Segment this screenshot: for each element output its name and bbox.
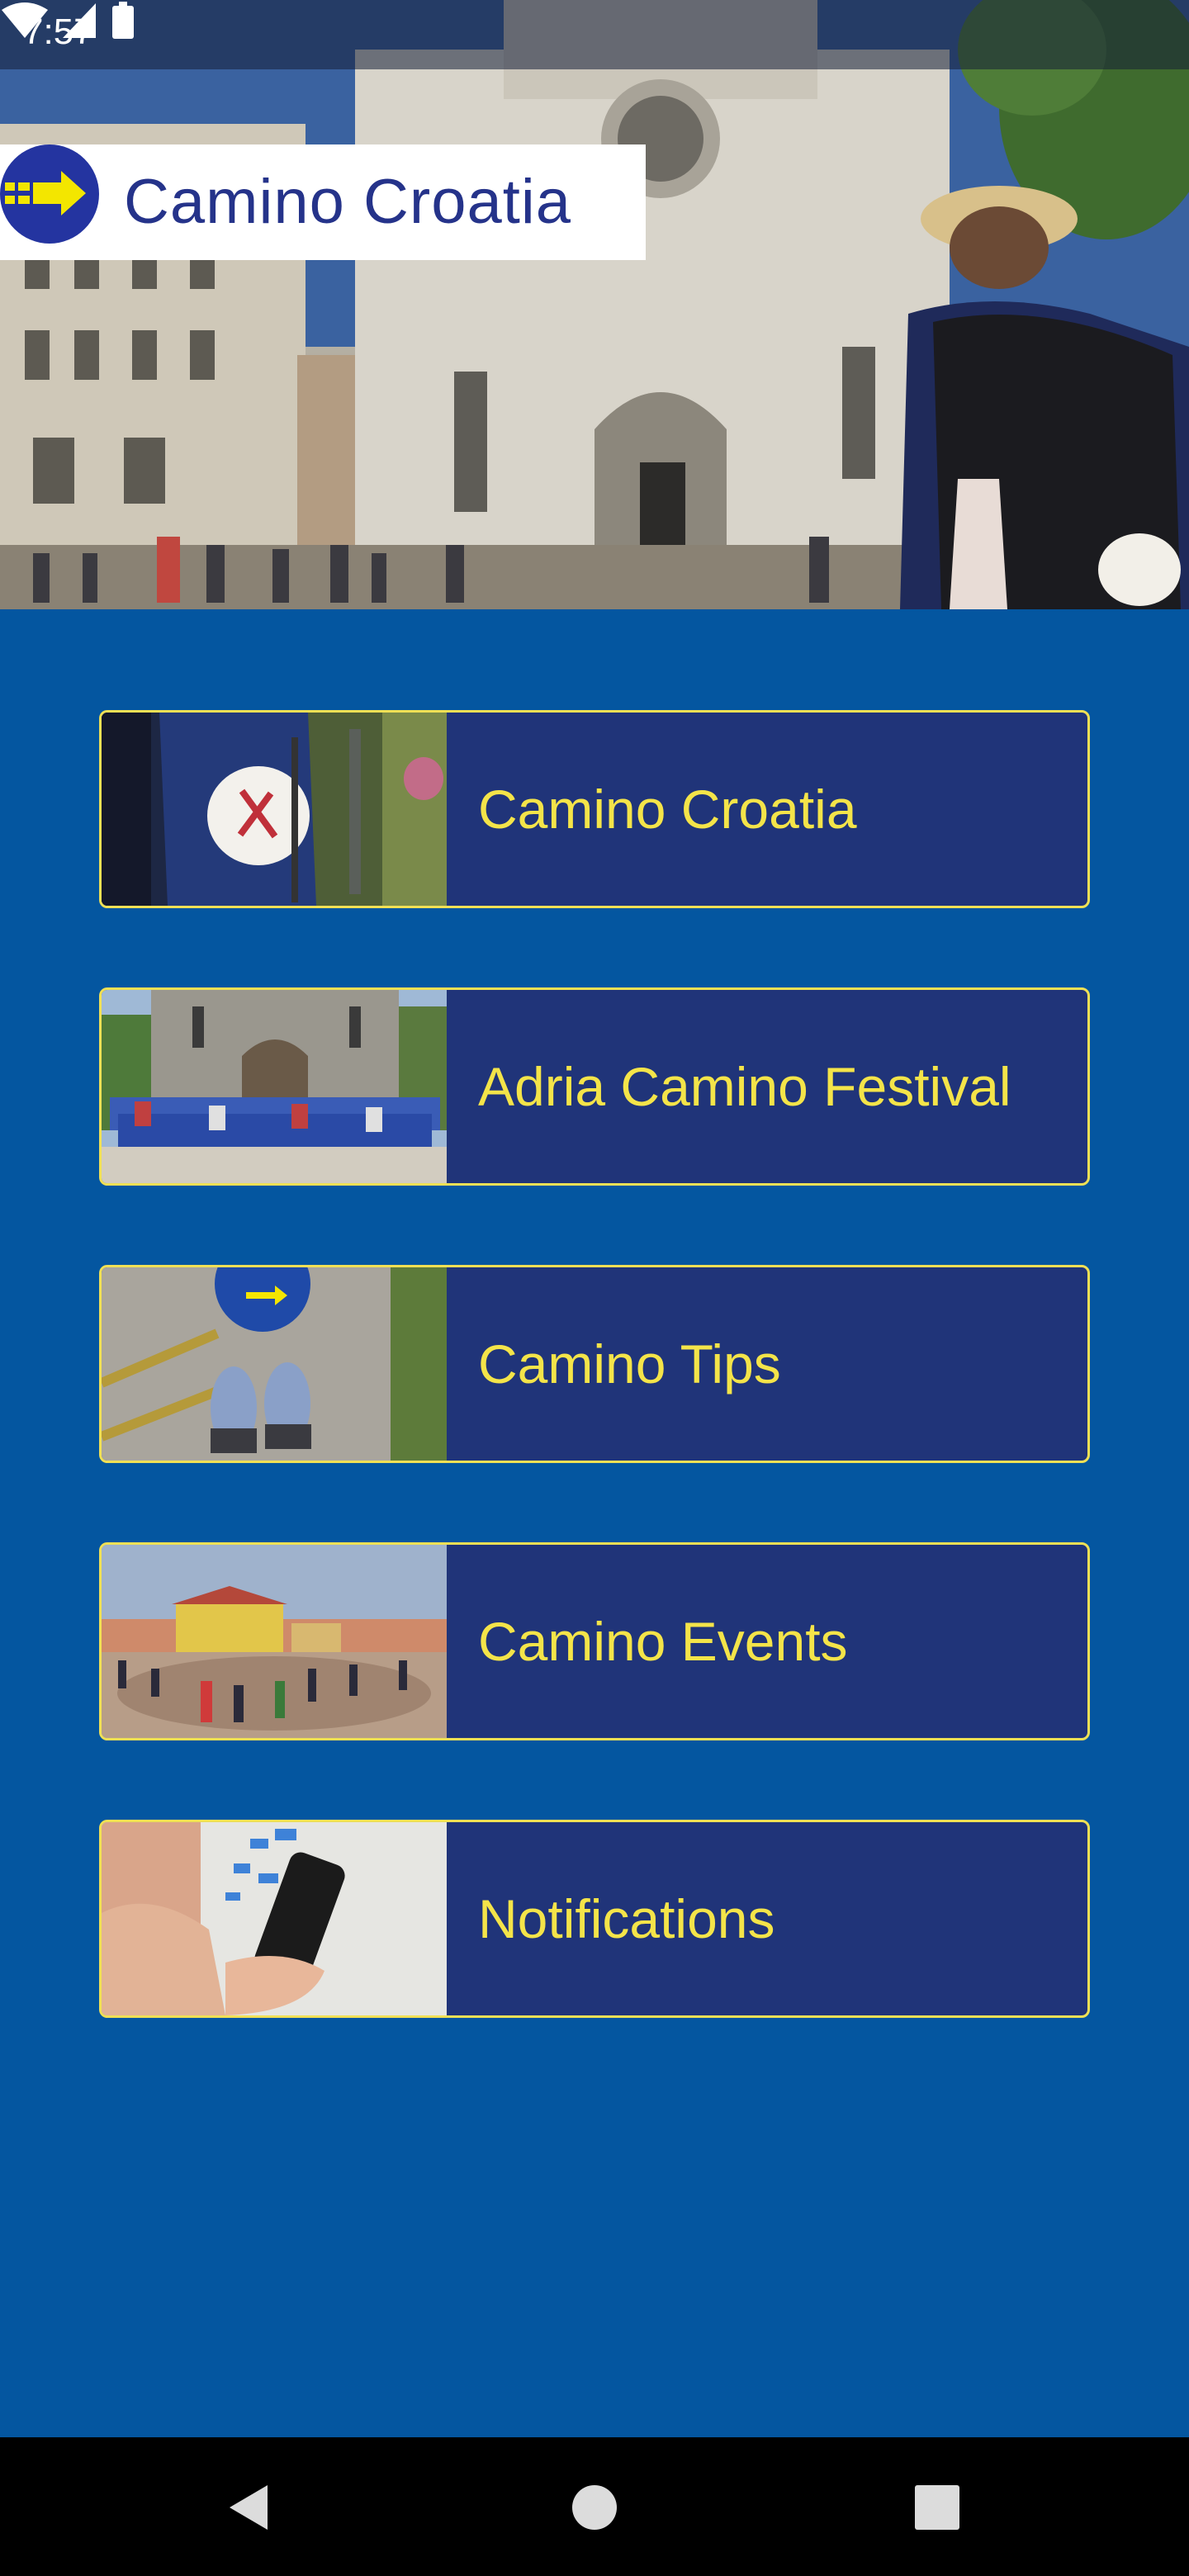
menu-item-label: Camino Croatia [478, 779, 857, 840]
camino-arrow-logo-icon [0, 144, 99, 244]
cellular-signal-icon [63, 3, 96, 38]
app-title: Camino Croatia [124, 167, 571, 237]
battery-icon [112, 2, 134, 39]
home-icon[interactable] [557, 2470, 632, 2545]
town-square-gathering-photo [102, 1545, 447, 1738]
menu-item-camino-tips[interactable]: Camino Tips [99, 1265, 1090, 1463]
menu-item-camino-croatia[interactable]: Camino Croatia [99, 710, 1090, 908]
status-icons [2, 2, 134, 39]
hiking-shoes-and-poles-photo [102, 1267, 447, 1461]
menu-item-label: Notifications [478, 1888, 775, 1949]
status-bar: 7:57 [0, 0, 1189, 69]
cathedral-photo [0, 0, 1189, 609]
back-icon[interactable] [213, 2470, 287, 2545]
menu-item-adria-camino-festival[interactable]: Adria Camino Festival [99, 987, 1090, 1186]
menu-item-notifications[interactable]: Notifications [99, 1820, 1090, 2018]
recents-icon[interactable] [900, 2470, 974, 2545]
wifi-icon [2, 2, 48, 38]
hand-holding-phone-photo [102, 1822, 447, 2015]
menu-item-label: Camino Tips [478, 1333, 781, 1395]
app-logo: Camino Croatia [0, 144, 646, 260]
menu-item-label: Camino Events [478, 1611, 848, 1672]
group-in-front-of-church-photo [102, 990, 447, 1183]
menu-item-camino-events[interactable]: Camino Events [99, 1542, 1090, 1740]
menu-item-label: Adria Camino Festival [478, 1056, 1011, 1117]
backpack-scallop-shell-photo [102, 713, 447, 906]
hero-banner: 7:57 Camino Croatia [0, 0, 1189, 609]
system-navigation-bar [0, 2437, 1189, 2576]
